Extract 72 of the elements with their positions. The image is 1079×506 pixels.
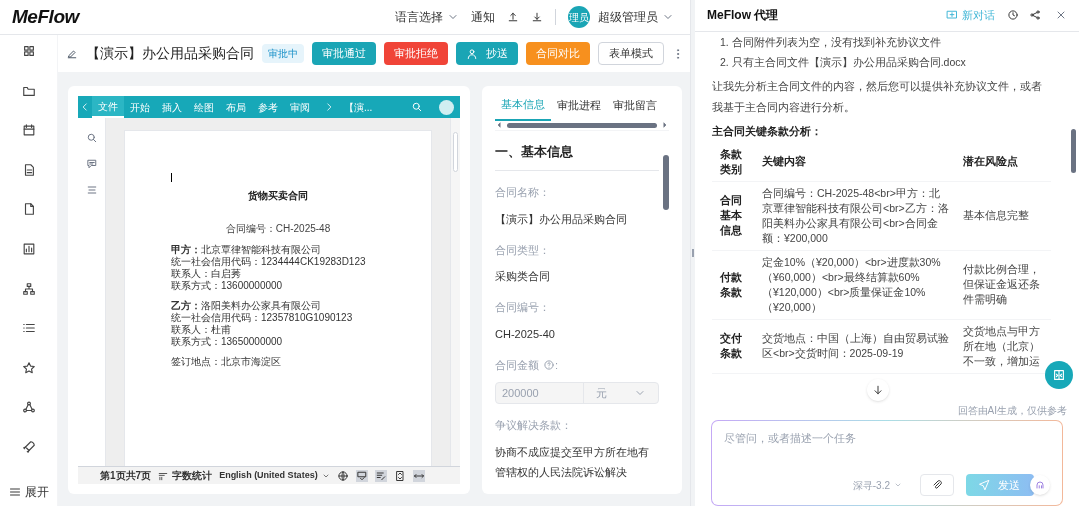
ribbon-tab[interactable]: 插入 — [156, 96, 188, 118]
field-value: 【演示】办公用品采购合同 — [495, 211, 628, 227]
ribbon-tab[interactable]: 审阅 — [284, 96, 316, 118]
field-value: 协商不成应提交至甲方所在地有管辖权的人民法院诉讼解决 — [495, 444, 650, 480]
field-label: 合同类型： — [495, 242, 551, 258]
chat-input[interactable]: 尽管问，或者描述一个任务 深寻-3.2 发送 — [712, 421, 1062, 505]
word-count-button[interactable]: 字数统计 — [158, 468, 213, 483]
list-item: 2. 只有主合同文件【演示】办公用品采购合同.docx — [719, 54, 967, 70]
table-cell: 交货地点与甲方所在地（北京）不一致，增加运 — [955, 319, 1051, 374]
document-text: 签订地点：北京市海淀区 — [171, 356, 282, 368]
logo: MeFlow — [12, 4, 79, 29]
field-label: 合同金额 — [495, 357, 539, 373]
language-selector[interactable]: English (United States) — [219, 468, 330, 483]
ribbon-tab[interactable]: 绘图 — [188, 96, 220, 118]
form-mode-button[interactable]: 表单模式 — [598, 42, 664, 65]
field-value: 采购类合同 — [495, 269, 551, 285]
info-tab[interactable]: 审批留言 — [607, 96, 663, 121]
action-button[interactable]: 合同对比 — [526, 42, 590, 65]
table-cell: 合同编号：CH-2025-48<br>甲方：北京覃律智能科技有限公司<br>乙方：洛阳美料办公家具有限公司<br>合同金额：¥200,000 — [754, 181, 955, 251]
table-cell: 付款条款 — [712, 250, 754, 320]
user-menu[interactable]: 超级管理员 — [598, 8, 674, 26]
action-button[interactable]: 审批拒绝 — [384, 42, 448, 65]
user-avatar[interactable]: 理员 — [568, 6, 590, 28]
document-text: 乙方：洛阳美料办公家具有限公司 — [171, 300, 322, 312]
ribbon-tab[interactable]: 参考 — [252, 96, 284, 118]
document-heading: 货物买卖合同 — [247, 189, 309, 203]
table-cell: 合同基本信息 — [712, 181, 754, 251]
table-cell: 付款比例合理，但保证金返还条件需明确 — [955, 250, 1051, 320]
table-cell: 基本信息完整 — [955, 181, 1051, 251]
model-select[interactable]: 深寻-3.2 — [852, 477, 902, 493]
section-heading: 一、基本信息 — [495, 142, 659, 172]
document-text: 甲方：北京覃律智能科技有限公司 — [171, 244, 322, 256]
table-cell: 交货地点：中国（上海）自由贸易试验区<br>交货时间：2025-09-19 — [754, 319, 955, 374]
field-value: CH-2025-40 — [495, 326, 556, 342]
document-text: 联系人：杜甫 — [171, 324, 232, 336]
file-tab[interactable]: 【演... — [344, 99, 373, 115]
expand-button[interactable]: 展开 — [8, 482, 49, 501]
disclaimer: 回答由AI生成，仅供参考 — [957, 404, 1067, 418]
field-label: : — [555, 357, 559, 373]
ribbon-tab[interactable]: 开始 — [124, 96, 156, 118]
column-header: 条款类别 — [712, 142, 754, 182]
document-text: 统一社会信用代码：1234444CK19283D123 — [171, 256, 367, 268]
page-indicator: 第1页共7页 — [100, 469, 152, 483]
notifications-link[interactable]: 通知 — [471, 8, 495, 26]
status-badge: 审批中 — [262, 44, 304, 63]
document-text: 联系方式：13650000000 — [171, 336, 284, 348]
language-dropdown[interactable]: 语言选择 — [395, 8, 459, 26]
ribbon-tab[interactable]: 文件 — [92, 96, 124, 118]
info-tab[interactable]: 基本信息 — [495, 96, 551, 121]
column-header: 关键内容 — [754, 142, 955, 182]
contract-title: 【演示】办公用品采购合同 — [86, 44, 254, 63]
message-heading: 主合同关键条款分析： — [712, 123, 823, 139]
action-button[interactable]: 抄送 — [456, 42, 518, 65]
field-label: 合同编号： — [495, 300, 551, 316]
field-label: 争议解决条款： — [495, 418, 573, 434]
field-label: 合同名称： — [495, 185, 551, 201]
document-text: 统一社会信用代码：12357810G1090123 — [171, 312, 354, 324]
list-item: 1. 合同附件列表为空，没有找到补充协议文件 — [719, 34, 942, 50]
panel-title: MeFlow 代理 — [707, 7, 779, 25]
table-cell: 交付条款 — [712, 319, 754, 374]
document-text: 联系人：白启莠 — [171, 268, 242, 280]
send-button[interactable]: 发送 — [966, 474, 1034, 496]
new-chat-button[interactable]: 新对话 — [946, 7, 995, 24]
column-header: 潜在风险点 — [955, 142, 1051, 182]
info-tab[interactable]: 审批进程 — [551, 96, 607, 121]
document-text: 合同编号：CH-2025-48 — [224, 222, 332, 236]
action-button[interactable]: 审批通过 — [312, 42, 376, 65]
table-cell: 定金10%（¥20,000）<br>进度款30%（¥60,000）<br>最终结算款60%（¥120,000）<br>质量保证金10%（¥20,000） — [754, 250, 955, 320]
document-text: 联系方式：13600000000 — [171, 280, 284, 292]
message-paragraph: 让我先分析主合同文件的内容，然后您可以提供补充协议文件，或者我基于主合同内容进行分析。 — [712, 78, 1043, 115]
ribbon-tab[interactable]: 布局 — [220, 96, 252, 118]
chat-input-field[interactable]: 尽管问，或者描述一个任务 — [724, 430, 1050, 447]
